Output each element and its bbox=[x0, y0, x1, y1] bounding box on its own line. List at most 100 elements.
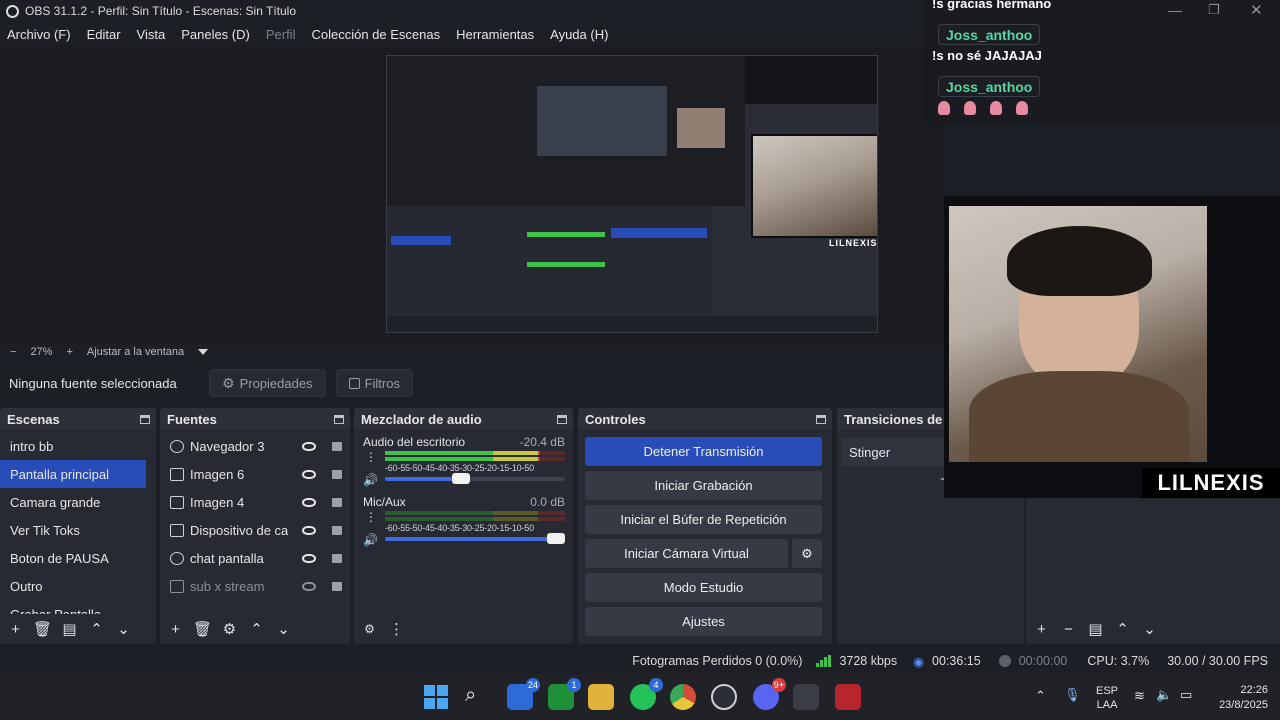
scene-item[interactable]: Camara grande bbox=[0, 488, 156, 516]
chevron-up-icon[interactable]: ⌃ bbox=[89, 622, 104, 637]
clock[interactable]: 22:26 23/8/2025 bbox=[1206, 683, 1268, 713]
chrome-icon[interactable] bbox=[670, 684, 696, 710]
close-icon[interactable]: ✕ bbox=[1250, 1, 1263, 19]
add-icon[interactable]: + bbox=[168, 622, 183, 637]
lock-icon[interactable] bbox=[332, 469, 342, 479]
wifi-icon[interactable]: ≋ bbox=[1134, 688, 1145, 704]
filters-button[interactable]: Filtros bbox=[335, 369, 413, 397]
add-icon[interactable]: + bbox=[8, 622, 23, 637]
lock-icon[interactable] bbox=[332, 441, 342, 451]
trash-icon[interactable]: 🗑 bbox=[33, 622, 52, 637]
gear-icon[interactable]: ⚙ bbox=[222, 622, 237, 637]
scene-item[interactable]: Boton de PAUSA bbox=[0, 544, 156, 572]
volume-slider[interactable] bbox=[385, 533, 565, 544]
phone-link-icon[interactable]: 24 bbox=[507, 678, 540, 710]
scene-item[interactable]: intro bb bbox=[0, 432, 156, 460]
image-icon bbox=[170, 467, 184, 481]
trash-icon[interactable]: 🗑 bbox=[193, 622, 212, 637]
source-item[interactable]: Imagen 6 bbox=[160, 460, 350, 488]
replay-buffer-button[interactable]: Iniciar el Búfer de Repetición bbox=[585, 505, 822, 534]
among-us-icon[interactable] bbox=[835, 684, 861, 710]
menu-vista[interactable]: Vista bbox=[137, 27, 166, 42]
windows-start-icon[interactable] bbox=[423, 684, 449, 710]
add-icon[interactable]: + bbox=[1034, 622, 1049, 637]
chevron-up-icon[interactable]: ⌃ bbox=[1035, 688, 1046, 704]
language-indicator[interactable]: ESP LAA bbox=[1096, 684, 1118, 712]
chevron-down-icon[interactable]: ⌄ bbox=[276, 622, 291, 637]
chat-username: Joss_anthoo bbox=[938, 76, 1041, 97]
preview-screen-capture: LILNEXIS bbox=[386, 55, 878, 333]
menu-editar[interactable]: Editar bbox=[87, 27, 121, 42]
zoom-in-button[interactable]: + bbox=[66, 346, 72, 358]
source-item[interactable]: Imagen 4 bbox=[160, 488, 350, 516]
undock-icon[interactable] bbox=[816, 414, 826, 424]
whatsapp-icon[interactable]: 4 bbox=[630, 678, 663, 710]
menu-paneles[interactable]: Paneles (D) bbox=[181, 27, 250, 42]
scene-item-selected[interactable]: Pantalla principal bbox=[0, 460, 146, 488]
filter-icon[interactable]: ▤ bbox=[1088, 622, 1103, 637]
properties-button[interactable]: ⚙ Propiedades bbox=[209, 369, 326, 397]
volume-icon[interactable]: 🔈 bbox=[1156, 687, 1172, 703]
source-item[interactable]: Navegador 3 bbox=[160, 432, 350, 460]
eye-icon[interactable] bbox=[302, 497, 316, 507]
scene-item[interactable]: Ver Tik Toks bbox=[0, 516, 156, 544]
search-icon[interactable]: ⌕ bbox=[465, 684, 491, 710]
chevron-down-icon[interactable]: ⌄ bbox=[116, 622, 131, 637]
fit-window-label[interactable]: Ajustar a la ventana bbox=[87, 346, 184, 358]
scene-item[interactable]: Outro bbox=[0, 572, 156, 600]
stop-stream-button[interactable]: Detener Transmisión bbox=[585, 437, 822, 466]
speaker-icon[interactable]: 🔊 bbox=[363, 473, 378, 487]
lock-icon[interactable] bbox=[332, 525, 342, 535]
speaker-icon[interactable]: 🔊 bbox=[363, 533, 378, 547]
virtual-camera-settings-button[interactable]: ⚙ bbox=[792, 539, 822, 568]
kebab-menu-icon[interactable]: ⋮ bbox=[365, 511, 377, 523]
chevron-down-icon[interactable]: ⌄ bbox=[1142, 622, 1157, 637]
source-item[interactable]: chat pantalla bbox=[160, 544, 350, 572]
minus-icon[interactable]: − bbox=[1061, 622, 1076, 637]
globe-icon bbox=[170, 551, 184, 565]
chevron-down-icon[interactable] bbox=[198, 349, 209, 355]
undock-icon[interactable] bbox=[140, 414, 150, 424]
start-recording-button[interactable]: Iniciar Grabación bbox=[585, 471, 822, 500]
lock-icon[interactable] bbox=[332, 581, 342, 591]
obs-icon[interactable] bbox=[711, 684, 737, 710]
lock-icon[interactable] bbox=[332, 497, 342, 507]
chevron-up-icon[interactable]: ⌃ bbox=[1115, 622, 1130, 637]
volume-slider[interactable] bbox=[385, 473, 565, 484]
zoom-out-button[interactable]: − bbox=[10, 346, 16, 358]
menu-herramientas[interactable]: Herramientas bbox=[456, 27, 534, 42]
controls-header: Controles bbox=[578, 408, 832, 430]
xbox-icon[interactable]: 1 bbox=[548, 678, 581, 710]
kebab-menu-icon[interactable]: ⋮ bbox=[365, 451, 377, 463]
settings-button[interactable]: Ajustes bbox=[585, 607, 822, 636]
gta-icon[interactable] bbox=[793, 684, 819, 710]
eye-icon[interactable] bbox=[302, 525, 316, 535]
advanced-audio-icon[interactable]: ⚙ bbox=[362, 622, 377, 637]
eye-icon[interactable] bbox=[302, 553, 316, 563]
filter-icon[interactable]: ▤ bbox=[62, 622, 77, 637]
eye-hidden-icon[interactable] bbox=[302, 581, 316, 591]
lock-icon[interactable] bbox=[332, 553, 342, 563]
mixer-channel-mic: Mic/Aux 0.0 dB ⋮ -60-55-50-45-40-35-30-2… bbox=[354, 495, 573, 547]
meter-scale: -60-55-50-45-40-35-30-25-20-15-10-50 bbox=[385, 463, 534, 473]
source-item[interactable]: Dispositivo de captura de video bbox=[160, 516, 350, 544]
eye-icon[interactable] bbox=[302, 469, 316, 479]
battery-icon[interactable]: ▭ bbox=[1180, 687, 1192, 703]
kebab-menu-icon[interactable]: ⋮ bbox=[389, 622, 404, 637]
menu-archivo[interactable]: Archivo (F) bbox=[7, 27, 71, 42]
source-item-hidden[interactable]: sub x stream bbox=[160, 572, 350, 600]
minimize-icon[interactable]: — bbox=[1168, 2, 1182, 18]
eye-icon[interactable] bbox=[302, 441, 316, 451]
undock-icon[interactable] bbox=[557, 414, 567, 424]
virtual-camera-button[interactable]: Iniciar Cámara Virtual bbox=[585, 539, 788, 568]
maximize-icon[interactable]: ❐ bbox=[1208, 2, 1220, 18]
menu-ayuda[interactable]: Ayuda (H) bbox=[550, 27, 608, 42]
menu-coleccion-escenas[interactable]: Colección de Escenas bbox=[311, 27, 440, 42]
undock-icon[interactable] bbox=[334, 414, 344, 424]
chat-message: !s no sé JAJAJAJ bbox=[932, 48, 1042, 63]
microphone-icon[interactable]: 🎙 bbox=[1064, 687, 1081, 703]
chevron-up-icon[interactable]: ⌃ bbox=[249, 622, 264, 637]
discord-icon[interactable]: 9+ bbox=[753, 678, 786, 710]
studio-mode-button[interactable]: Modo Estudio bbox=[585, 573, 822, 602]
file-explorer-icon[interactable] bbox=[588, 684, 614, 710]
